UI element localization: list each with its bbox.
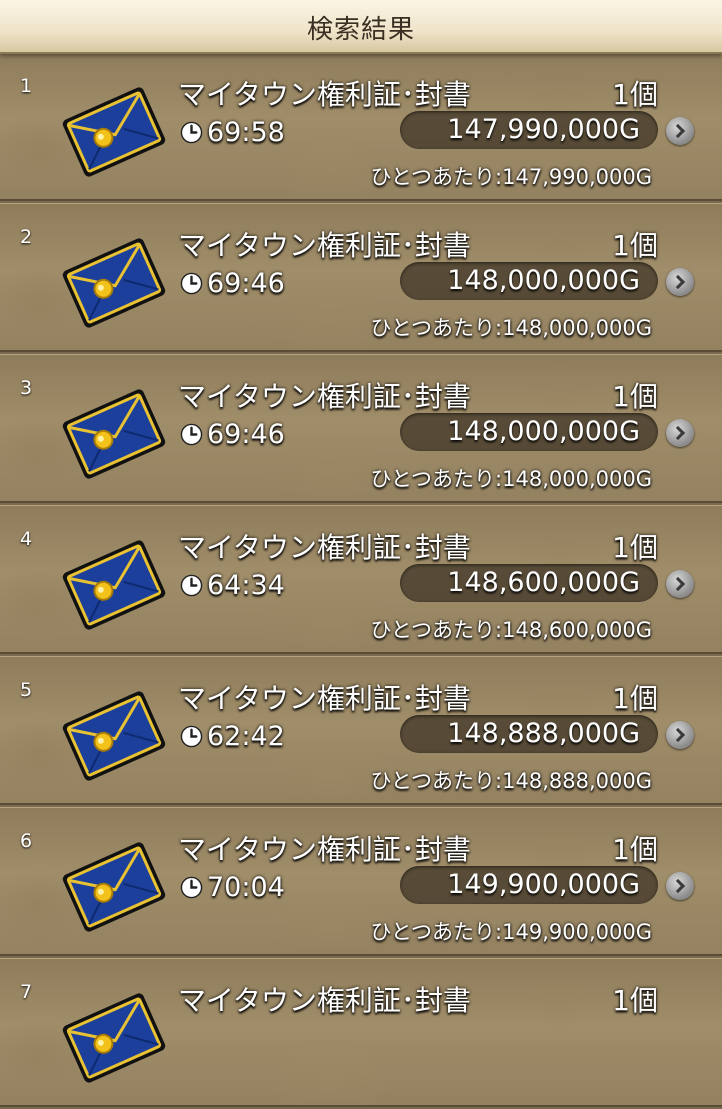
- list-item[interactable]: 2 マイタウン権利証･封書 1個 69:46 148,000,000G ひとつあ…: [0, 203, 722, 352]
- chevron-right-icon[interactable]: [666, 721, 694, 749]
- item-name: マイタウン権利証･封書: [178, 833, 471, 866]
- item-quantity: 1個: [612, 78, 658, 111]
- list-item[interactable]: 1 マイタウン権利証･封書 1個 69:58 147,990,000G ひとつあ…: [0, 52, 722, 201]
- price-box: 147,990,000G: [400, 111, 658, 149]
- time-text: 62:42: [207, 720, 285, 752]
- item-quantity: 1個: [612, 380, 658, 413]
- price-box: 149,900,000G: [400, 866, 658, 904]
- sealed-letter-icon: [62, 238, 166, 328]
- item-quantity: 1個: [612, 682, 658, 715]
- time-text: 69:46: [207, 418, 285, 450]
- price-text: 148,000,000G: [447, 416, 640, 447]
- time-remaining: 70:04: [180, 870, 285, 904]
- clock-icon: [180, 423, 203, 445]
- item-name: マイタウン権利証･封書: [178, 78, 471, 111]
- row-index: 4: [20, 528, 33, 550]
- price-text: 148,000,000G: [447, 265, 640, 296]
- unit-price: ひとつあたり:148,000,000G: [370, 467, 652, 491]
- time-remaining: 69:58: [180, 115, 285, 149]
- price-text: 149,900,000G: [447, 869, 640, 900]
- row-index: 6: [20, 830, 33, 852]
- sealed-letter-icon: [62, 87, 166, 177]
- chevron-right-icon[interactable]: [666, 268, 694, 296]
- chevron-right-icon[interactable]: [666, 570, 694, 598]
- page-title: 検索結果: [306, 15, 415, 45]
- sealed-letter-icon: [62, 691, 166, 781]
- time-remaining: 69:46: [180, 417, 285, 451]
- time-text: 64:34: [207, 569, 285, 601]
- list-item[interactable]: 3 マイタウン権利証･封書 1個 69:46 148,000,000G ひとつあ…: [0, 354, 722, 503]
- price-box: 148,000,000G: [400, 262, 658, 300]
- item-name: マイタウン権利証･封書: [178, 682, 471, 715]
- chevron-right-icon[interactable]: [666, 117, 694, 145]
- sealed-letter-icon: [62, 842, 166, 932]
- time-text: 69:46: [207, 267, 285, 299]
- chevron-right-icon[interactable]: [666, 872, 694, 900]
- item-quantity: 1個: [612, 229, 658, 262]
- clock-icon: [180, 121, 203, 143]
- list-item[interactable]: 6 マイタウン権利証･封書 1個 70:04 149,900,000G ひとつあ…: [0, 807, 722, 956]
- clock-icon: [180, 876, 203, 898]
- item-name: マイタウン権利証･封書: [178, 380, 471, 413]
- price-text: 148,600,000G: [447, 567, 640, 598]
- unit-price: ひとつあたり:149,900,000G: [370, 920, 652, 944]
- unit-price: ひとつあたり:148,000,000G: [370, 316, 652, 340]
- item-quantity: 1個: [612, 531, 658, 564]
- time-remaining: 64:34: [180, 568, 285, 602]
- item-name: マイタウン権利証･封書: [178, 229, 471, 262]
- time-text: 69:58: [207, 116, 285, 148]
- header-bar: 検索結果: [0, 0, 722, 54]
- sealed-letter-icon: [62, 389, 166, 479]
- unit-price: ひとつあたり:148,600,000G: [370, 618, 652, 642]
- clock-icon: [180, 272, 203, 294]
- unit-price: ひとつあたり:148,888,000G: [370, 769, 652, 793]
- time-text: 70:04: [207, 871, 285, 903]
- row-index: 7: [20, 981, 33, 1003]
- list-item[interactable]: 5 マイタウン権利証･封書 1個 62:42 148,888,000G ひとつあ…: [0, 656, 722, 805]
- search-results-list: 1 マイタウン権利証･封書 1個 69:58 147,990,000G ひとつあ…: [0, 52, 722, 1109]
- price-box: 148,888,000G: [400, 715, 658, 753]
- row-index: 5: [20, 679, 33, 701]
- unit-price: ひとつあたり:147,990,000G: [370, 165, 652, 189]
- chevron-right-icon[interactable]: [666, 419, 694, 447]
- item-quantity: 1個: [612, 984, 658, 1017]
- row-index: 1: [20, 75, 33, 97]
- price-text: 148,888,000G: [447, 718, 640, 749]
- price-text: 147,990,000G: [447, 114, 640, 145]
- row-index: 3: [20, 377, 33, 399]
- sealed-letter-icon: [62, 540, 166, 630]
- row-index: 2: [20, 226, 33, 248]
- item-name: マイタウン権利証･封書: [178, 531, 471, 564]
- clock-icon: [180, 725, 203, 747]
- time-remaining: 69:46: [180, 266, 285, 300]
- list-item[interactable]: 7 マイタウン権利証･封書 1個: [0, 958, 722, 1107]
- clock-icon: [180, 574, 203, 596]
- price-box: 148,000,000G: [400, 413, 658, 451]
- time-remaining: 62:42: [180, 719, 285, 753]
- item-quantity: 1個: [612, 833, 658, 866]
- list-item[interactable]: 4 マイタウン権利証･封書 1個 64:34 148,600,000G ひとつあ…: [0, 505, 722, 654]
- sealed-letter-icon: [62, 993, 166, 1083]
- item-name: マイタウン権利証･封書: [178, 984, 471, 1017]
- price-box: 148,600,000G: [400, 564, 658, 602]
